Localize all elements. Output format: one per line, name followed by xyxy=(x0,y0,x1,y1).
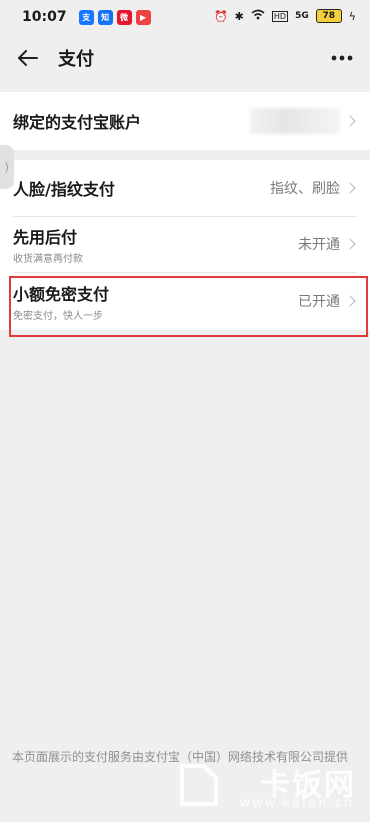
chevron-right-icon xyxy=(344,238,356,250)
more-options-button[interactable] xyxy=(328,46,356,70)
hd-icon: HD xyxy=(271,10,289,22)
row-subtitle: 免密支付，快人一步 xyxy=(13,310,103,322)
alipay-app-icon: 支 xyxy=(78,9,94,25)
row-value: 指纹、刷脸 xyxy=(270,181,340,197)
status-bar: 10:07 支 知 微 ▶ ⏰ ✱ HD 5G 78 ϟ xyxy=(0,0,370,34)
masked-account-value xyxy=(250,108,340,134)
watermark: 卡饭网 www.kafan.cn xyxy=(174,760,364,820)
watermark-logo-icon xyxy=(180,764,218,806)
chevron-right-icon xyxy=(344,182,356,194)
battery-icon: 78 xyxy=(315,9,342,23)
alarm-icon: ⏰ xyxy=(213,9,228,23)
chevron-right-icon xyxy=(344,115,356,127)
back-button[interactable] xyxy=(14,44,42,72)
status-time: 10:07 xyxy=(22,9,67,25)
pay-later-row[interactable]: 先用后付 收货满意再付款 未开通 xyxy=(0,216,370,272)
chevron-right-icon: ⟩ xyxy=(4,160,10,174)
weibo-app-icon: 微 xyxy=(116,9,132,25)
video-app-icon: ▶ xyxy=(135,9,151,25)
small-password-free-pay-row[interactable]: 小额免密支付 免密支付，快人一步 已开通 xyxy=(0,272,370,330)
charging-icon: ϟ xyxy=(348,9,356,23)
zhihu-app-icon: 知 xyxy=(97,9,113,25)
chevron-right-icon xyxy=(344,295,356,307)
bluetooth-icon: ✱ xyxy=(234,9,244,23)
nav-bar: 支付 xyxy=(0,34,370,82)
face-fingerprint-pay-row[interactable]: 人脸/指纹支付 指纹、刷脸 xyxy=(0,160,370,216)
payment-options-card: 人脸/指纹支付 指纹、刷脸 先用后付 收货满意再付款 未开通 小额免密支付 免密… xyxy=(0,160,370,330)
status-indicators: ⏰ ✱ HD 5G 78 ϟ xyxy=(214,9,356,23)
signal-icon: 5G xyxy=(295,11,309,21)
side-expand-tab[interactable]: ⟩ xyxy=(0,145,14,189)
row-label: 先用后付 xyxy=(13,227,78,247)
row-label: 小额免密支付 xyxy=(13,284,110,304)
wifi-icon xyxy=(251,9,265,23)
row-label: 人脸/指纹支付 xyxy=(13,180,115,199)
row-subtitle: 收货满意再付款 xyxy=(13,253,83,265)
row-value: 已开通 xyxy=(298,294,340,310)
page-title: 支付 xyxy=(58,49,94,70)
status-app-icons: 支 知 微 ▶ xyxy=(78,9,151,25)
back-arrow-icon xyxy=(18,50,38,66)
account-card: 绑定的支付宝账户 xyxy=(0,92,370,150)
watermark-url: www.kafan.cn xyxy=(239,796,354,811)
bound-alipay-account-row[interactable]: 绑定的支付宝账户 xyxy=(0,92,370,150)
row-label: 绑定的支付宝账户 xyxy=(13,113,142,132)
more-dots-icon xyxy=(331,55,353,61)
row-value: 未开通 xyxy=(298,237,340,253)
